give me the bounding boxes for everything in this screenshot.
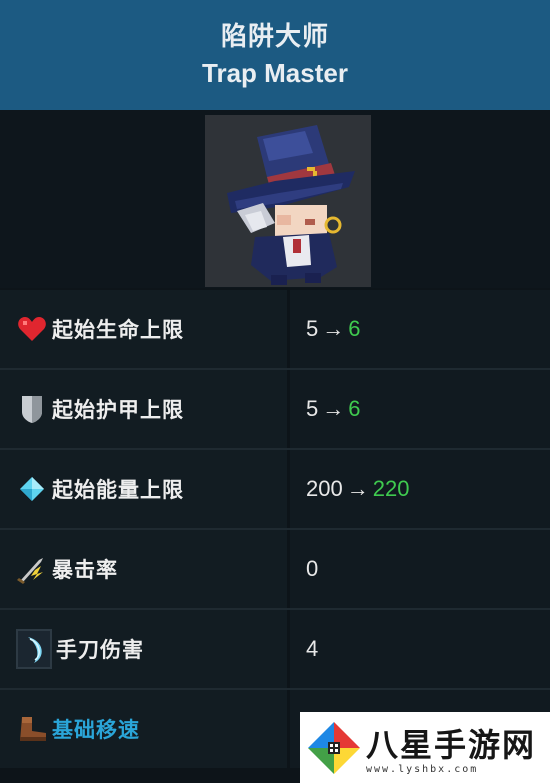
stat-label-cell: 起始能量上限 xyxy=(0,450,287,528)
stat-label-cell: 起始生命上限 xyxy=(0,290,287,368)
crit-sword-icon xyxy=(16,553,48,585)
stat-label: 起始护甲上限 xyxy=(52,398,184,422)
shield-icon xyxy=(16,393,48,425)
portrait-area xyxy=(0,110,550,288)
stat-base-value: 4 xyxy=(306,636,319,661)
arrow-icon: → xyxy=(322,396,345,421)
stat-new-value: 6 xyxy=(348,396,361,421)
stat-row-hand-blade-damage: 手刀伤害 4 xyxy=(0,610,550,690)
stat-label-cell: 基础移速 xyxy=(0,690,287,768)
stat-value-cell: 0 xyxy=(290,530,550,608)
stat-base-value: 200 xyxy=(306,476,343,501)
title-en: Trap Master xyxy=(202,58,348,88)
header: 陷阱大师 Trap Master xyxy=(0,0,550,110)
arrow-icon: → xyxy=(322,316,345,341)
stat-value-cell: 4 xyxy=(290,610,550,688)
watermark-url: www.lyshbx.com xyxy=(366,764,479,775)
boot-icon xyxy=(16,713,48,745)
stat-value-cell: 200 → 220 xyxy=(290,450,550,528)
stat-label-cell: 起始护甲上限 xyxy=(0,370,287,448)
stat-row-max-energy: 起始能量上限 200 → 220 xyxy=(0,450,550,530)
stat-label-cell: 手刀伤害 xyxy=(0,610,287,688)
watermark-logo-icon xyxy=(308,722,360,774)
title-cn: 陷阱大师 xyxy=(220,22,329,52)
stat-label: 暴击率 xyxy=(52,558,118,582)
stat-label-cell: 暴击率 xyxy=(0,530,287,608)
stat-value-cell: 5 → 6 xyxy=(290,370,550,448)
stat-row-max-hp: 起始生命上限 5 → 6 xyxy=(0,290,550,370)
stat-base-value: 5 xyxy=(306,396,319,421)
watermark-logo: 八星手游网 www.lyshbx.com xyxy=(300,712,550,783)
base-speed-link[interactable]: 基础移速 xyxy=(52,714,140,744)
stat-new-value: 6 xyxy=(348,316,361,341)
trap-master-character-sprite xyxy=(227,125,355,285)
watermark-text: 八星手游网 xyxy=(366,726,537,764)
stat-value-cell: 5 → 6 xyxy=(290,290,550,368)
arrow-icon: → xyxy=(346,476,369,501)
stat-label: 起始生命上限 xyxy=(52,318,184,342)
character-portrait xyxy=(205,115,371,287)
stat-row-crit-rate: 暴击率 0 xyxy=(0,530,550,610)
stat-new-value: 220 xyxy=(372,476,410,501)
diamond-icon xyxy=(16,473,48,505)
stat-base-value: 0 xyxy=(306,556,319,581)
hand-blade-icon xyxy=(16,629,52,669)
stat-row-max-armor: 起始护甲上限 5 → 6 xyxy=(0,370,550,450)
stat-label: 手刀伤害 xyxy=(56,638,144,662)
stat-label: 起始能量上限 xyxy=(52,478,184,502)
stat-base-value: 5 xyxy=(306,316,319,341)
heart-icon xyxy=(16,313,48,345)
